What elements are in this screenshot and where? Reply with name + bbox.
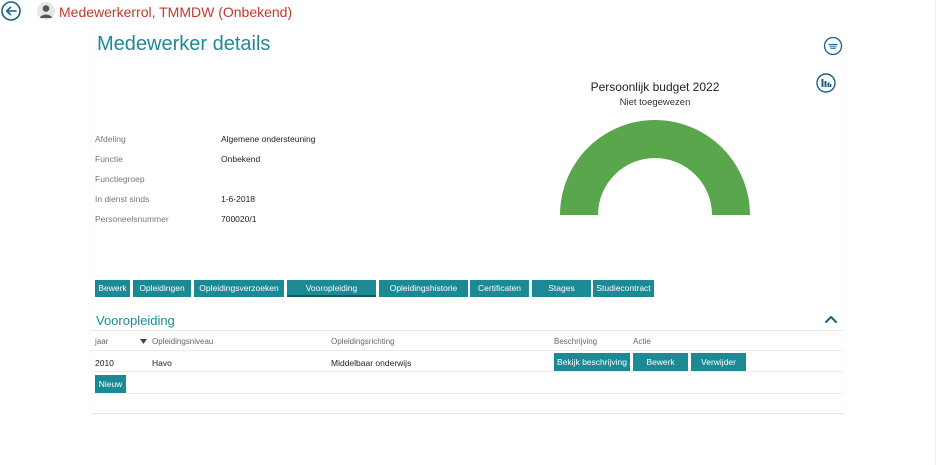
bar-chart-icon[interactable] xyxy=(816,73,836,93)
delete-button[interactable]: Verwijder xyxy=(691,353,746,371)
tab-studiecontract[interactable]: Studiecontract xyxy=(593,280,654,297)
tab-opleidingsverzoeken[interactable]: Opleidingsverzoeken xyxy=(194,280,284,297)
column-header-opleidingsniveau[interactable]: Opleidingsniveau xyxy=(152,337,213,346)
budget-title: Persoonlijk budget 2022 xyxy=(590,80,720,94)
tab-opleidingshistorie[interactable]: Opleidingshistorie xyxy=(379,280,468,297)
cell-jaar: 2010 xyxy=(95,358,114,368)
detail-label: Personeelsnummer xyxy=(95,214,169,224)
gauge-arc xyxy=(560,120,750,215)
report-icon[interactable] xyxy=(823,36,843,56)
detail-label: Functiegroep xyxy=(95,174,145,184)
tab-stages[interactable]: Stages xyxy=(532,280,591,297)
column-header-beschrijving[interactable]: Beschrijving xyxy=(554,337,597,346)
detail-label: Afdeling xyxy=(95,134,126,144)
row-divider xyxy=(91,371,843,372)
column-header-jaar[interactable]: jaar xyxy=(95,337,108,346)
detail-value: 1-6-2018 xyxy=(221,194,256,204)
tab-vooropleiding[interactable]: Vooropleiding xyxy=(287,280,376,297)
chevron-up-icon[interactable] xyxy=(824,314,838,324)
tab-opleidingen[interactable]: Opleidingen xyxy=(133,280,191,297)
detail-value: Onbekend xyxy=(221,154,261,164)
top-bar: Medewerkerrol, TMMDW (Onbekend) xyxy=(0,0,940,24)
row-divider xyxy=(91,393,843,394)
detail-label: In dienst sinds xyxy=(95,194,150,204)
detail-label: Functie xyxy=(95,154,123,164)
new-button[interactable]: Nieuw xyxy=(95,375,126,393)
user-avatar-icon xyxy=(37,2,55,20)
budget-gauge xyxy=(560,120,750,215)
section-title: Vooropleiding xyxy=(96,313,175,328)
column-header-actie: Actie xyxy=(633,337,651,346)
sort-down-icon[interactable] xyxy=(140,339,147,344)
page-title: Medewerker details xyxy=(97,33,271,55)
cell-opleidingsrichting: Middelbaar onderwijs xyxy=(331,358,412,368)
role-title: Medewerkerrol, TMMDW (Onbekend) xyxy=(59,4,293,20)
tab-certificaten[interactable]: Certificaten xyxy=(470,280,529,297)
edit-button[interactable]: Bewerk xyxy=(633,353,688,371)
budget-subtitle: Niet toegewezen xyxy=(619,97,691,108)
back-arrow-icon[interactable] xyxy=(1,1,21,21)
tab-bewerk[interactable]: Bewerk xyxy=(95,280,130,297)
window-edge xyxy=(935,0,936,465)
column-header-opleidingsrichting[interactable]: Opleidingsrichting xyxy=(331,337,395,346)
detail-value: Algemene ondersteuning xyxy=(221,134,316,144)
cell-opleidingsniveau: Havo xyxy=(152,358,172,368)
section-divider xyxy=(91,330,843,331)
view-description-button[interactable]: Bekijk beschrijving xyxy=(554,353,630,371)
detail-value: 700020/1 xyxy=(221,214,257,224)
